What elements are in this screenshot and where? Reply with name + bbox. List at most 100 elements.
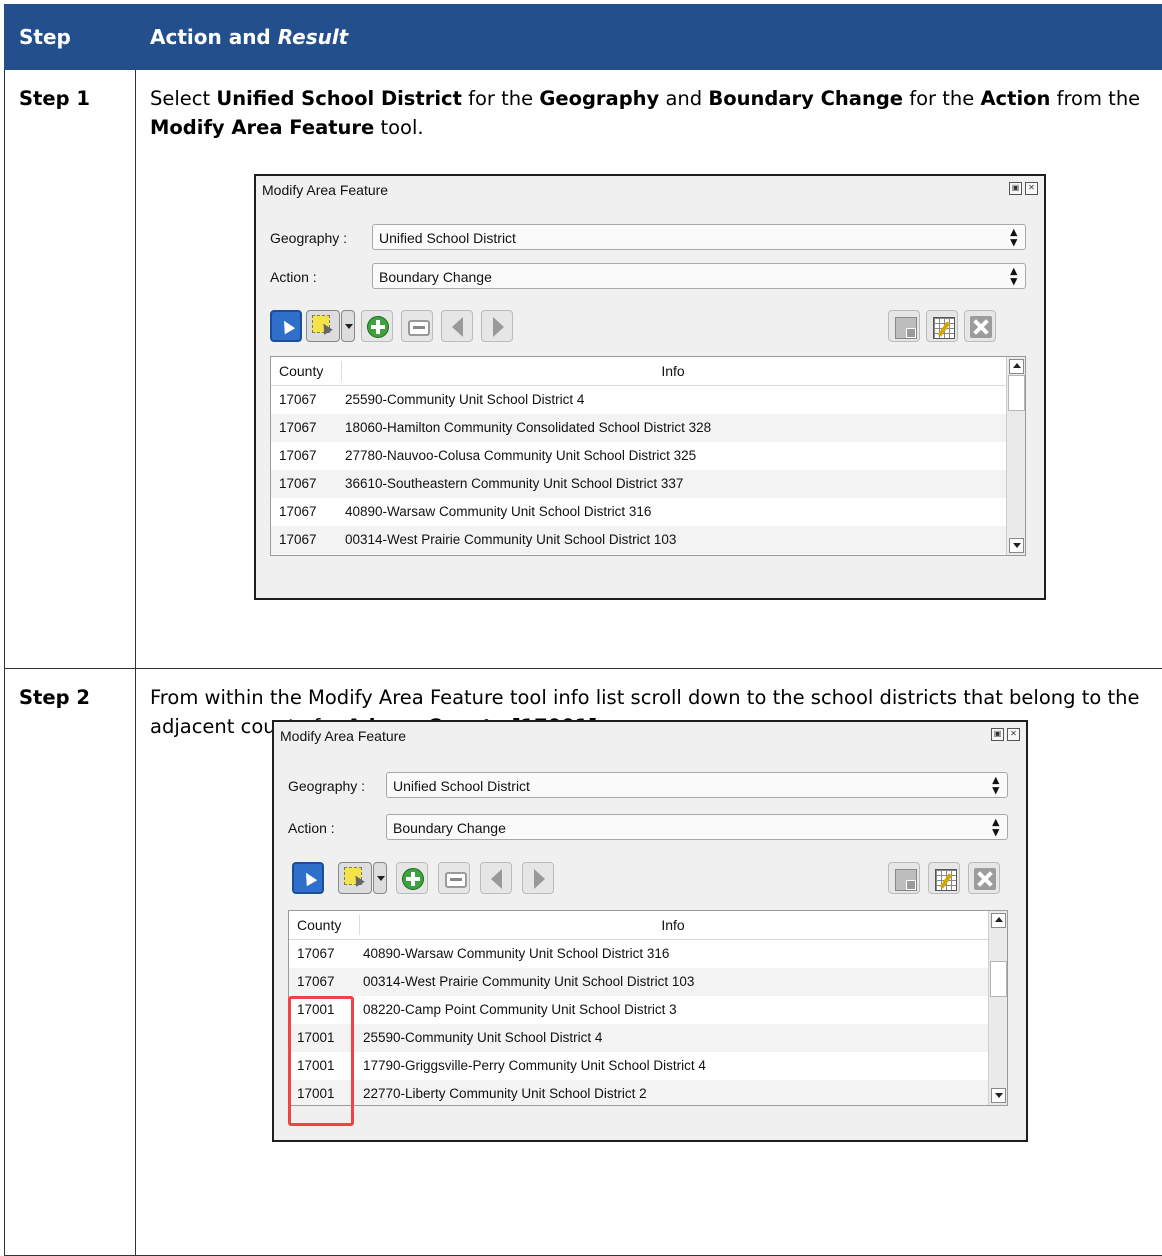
previous-button[interactable] xyxy=(441,310,473,342)
dialog-toolbar xyxy=(288,862,1008,898)
combo-arrows-icon: ▴▾ xyxy=(992,775,999,795)
district-info: 18060-Hamilton Community Consolidated Sc… xyxy=(345,420,711,435)
scroll-down-icon[interactable] xyxy=(1009,538,1024,553)
list-item[interactable]: 1706740890-Warsaw Community Unit School … xyxy=(289,940,1007,968)
action-row: Action : Boundary Change ▴▾ xyxy=(270,263,1026,291)
map-button[interactable] xyxy=(888,862,920,894)
add-button[interactable] xyxy=(396,862,428,894)
cursor-icon xyxy=(279,318,295,334)
county-code: 17067 xyxy=(279,476,317,491)
county-code: 17067 xyxy=(279,448,317,463)
edit-table-button[interactable] xyxy=(928,862,960,894)
action-select[interactable]: Boundary Change ▴▾ xyxy=(372,263,1026,289)
rectangle-select-button[interactable] xyxy=(338,862,372,894)
next-button[interactable] xyxy=(481,310,513,342)
scroll-down-icon[interactable] xyxy=(991,1088,1006,1103)
county-code: 17067 xyxy=(279,504,317,519)
scroll-thumb[interactable] xyxy=(1008,375,1025,411)
list-item[interactable]: 1700122770-Liberty Community Unit School… xyxy=(289,1080,1007,1106)
select-mode-dropdown[interactable] xyxy=(341,310,355,342)
close-icon[interactable]: ✕ xyxy=(1007,728,1020,741)
dialog-titlebar: Modify Area Feature ▣ ✕ xyxy=(274,722,1026,748)
remove-button[interactable] xyxy=(438,862,470,894)
list-item[interactable]: 1706725590-Community Unit School Distric… xyxy=(271,386,1025,414)
arrow-left-icon xyxy=(452,317,463,337)
geography-select[interactable]: Unified School District ▴▾ xyxy=(372,224,1026,250)
column-county[interactable]: County xyxy=(279,363,323,379)
minus-icon xyxy=(408,320,430,336)
previous-button[interactable] xyxy=(480,862,512,894)
geography-value: Unified School District xyxy=(393,778,530,794)
list-header: County Info xyxy=(271,357,1025,386)
bold-term: Modify Area Feature xyxy=(150,116,374,139)
district-info: 40890-Warsaw Community Unit School Distr… xyxy=(345,504,651,519)
district-info: 17790-Griggsville-Perry Community Unit S… xyxy=(363,1058,706,1073)
column-county[interactable]: County xyxy=(297,917,341,933)
action-value: Boundary Change xyxy=(393,820,506,836)
close-icon[interactable]: ✕ xyxy=(1025,182,1038,195)
list-item[interactable]: 1706718060-Hamilton Community Consolidat… xyxy=(271,414,1025,442)
scroll-up-icon[interactable] xyxy=(991,913,1006,928)
action-row: Action : Boundary Change ▴▾ xyxy=(288,814,1008,842)
column-info[interactable]: Info xyxy=(341,363,1005,379)
table-header-row: Step Action and Result xyxy=(5,5,1162,70)
list-item[interactable]: 1706700314-West Prairie Community Unit S… xyxy=(271,526,1025,554)
bold-term: Action xyxy=(980,87,1050,110)
list-item[interactable]: 1706736610-Southeastern Community Unit S… xyxy=(271,470,1025,498)
restore-icon[interactable]: ▣ xyxy=(991,728,1004,741)
edit-table-button[interactable] xyxy=(926,310,958,342)
list-item[interactable]: 1700117790-Griggsville-Perry Community U… xyxy=(289,1052,1007,1080)
vertical-scrollbar[interactable] xyxy=(988,911,1007,1105)
info-list[interactable]: County Info 1706740890-Warsaw Community … xyxy=(288,910,1008,1106)
dialog-title: Modify Area Feature xyxy=(280,728,406,744)
next-button[interactable] xyxy=(522,862,554,894)
bold-term: Unified School District xyxy=(216,87,462,110)
rectangle-select-button[interactable] xyxy=(306,310,340,342)
minus-icon xyxy=(445,872,467,888)
edit-table-icon xyxy=(935,869,957,891)
list-item[interactable]: 1706727780-Nauvoo-Colusa Community Unit … xyxy=(271,442,1025,470)
list-item[interactable]: 1700125590-Community Unit School Distric… xyxy=(289,1024,1007,1052)
geography-row: Geography : Unified School District ▴▾ xyxy=(288,772,1008,800)
remove-button[interactable] xyxy=(401,310,433,342)
column-info[interactable]: Info xyxy=(359,917,987,933)
geography-row: Geography : Unified School District ▴▾ xyxy=(270,224,1026,252)
plus-icon xyxy=(367,316,389,338)
scroll-thumb[interactable] xyxy=(990,961,1007,997)
clear-button[interactable] xyxy=(964,310,996,342)
scroll-up-icon[interactable] xyxy=(1009,359,1024,374)
bold-term: Geography xyxy=(539,87,659,110)
cursor-icon xyxy=(301,870,317,886)
plus-icon xyxy=(402,868,424,890)
combo-arrows-icon: ▴▾ xyxy=(992,817,999,837)
bold-term: Boundary Change xyxy=(708,87,903,110)
restore-icon[interactable]: ▣ xyxy=(1009,182,1022,195)
header-action: Action and xyxy=(150,25,278,49)
step-label: Step 1 xyxy=(5,70,136,669)
select-feature-button[interactable] xyxy=(270,310,302,342)
select-feature-button[interactable] xyxy=(292,862,324,894)
header-action-result: Action and Result xyxy=(136,5,1162,70)
description-text: and xyxy=(659,87,708,110)
combo-arrows-icon: ▴▾ xyxy=(1010,266,1017,286)
dialog-title: Modify Area Feature xyxy=(262,182,388,198)
chevron-down-icon xyxy=(345,324,353,329)
district-info: 25590-Community Unit School District 4 xyxy=(345,392,584,407)
description-text: for the xyxy=(903,87,980,110)
map-button[interactable] xyxy=(888,310,920,342)
step-label: Step 2 xyxy=(5,669,136,1256)
county-code: 17067 xyxy=(279,532,317,547)
action-select[interactable]: Boundary Change ▴▾ xyxy=(386,814,1008,840)
description-text: for the xyxy=(462,87,539,110)
vertical-scrollbar[interactable] xyxy=(1006,357,1025,555)
list-item[interactable]: 1706700314-West Prairie Community Unit S… xyxy=(289,968,1007,996)
action-label: Action : xyxy=(270,269,317,285)
select-mode-dropdown[interactable] xyxy=(373,862,387,894)
list-item[interactable]: 17067 40890-Warsaw Community Unit School … xyxy=(271,498,1025,526)
info-list[interactable]: County Info 1706725590-Community Unit Sc… xyxy=(270,356,1026,556)
clear-button[interactable] xyxy=(968,862,1000,894)
district-info: 22770-Liberty Community Unit School Dist… xyxy=(363,1086,647,1101)
add-button[interactable] xyxy=(361,310,393,342)
list-item[interactable]: 1700108220-Camp Point Community Unit Sch… xyxy=(289,996,1007,1024)
geography-select[interactable]: Unified School District ▴▾ xyxy=(386,772,1008,798)
